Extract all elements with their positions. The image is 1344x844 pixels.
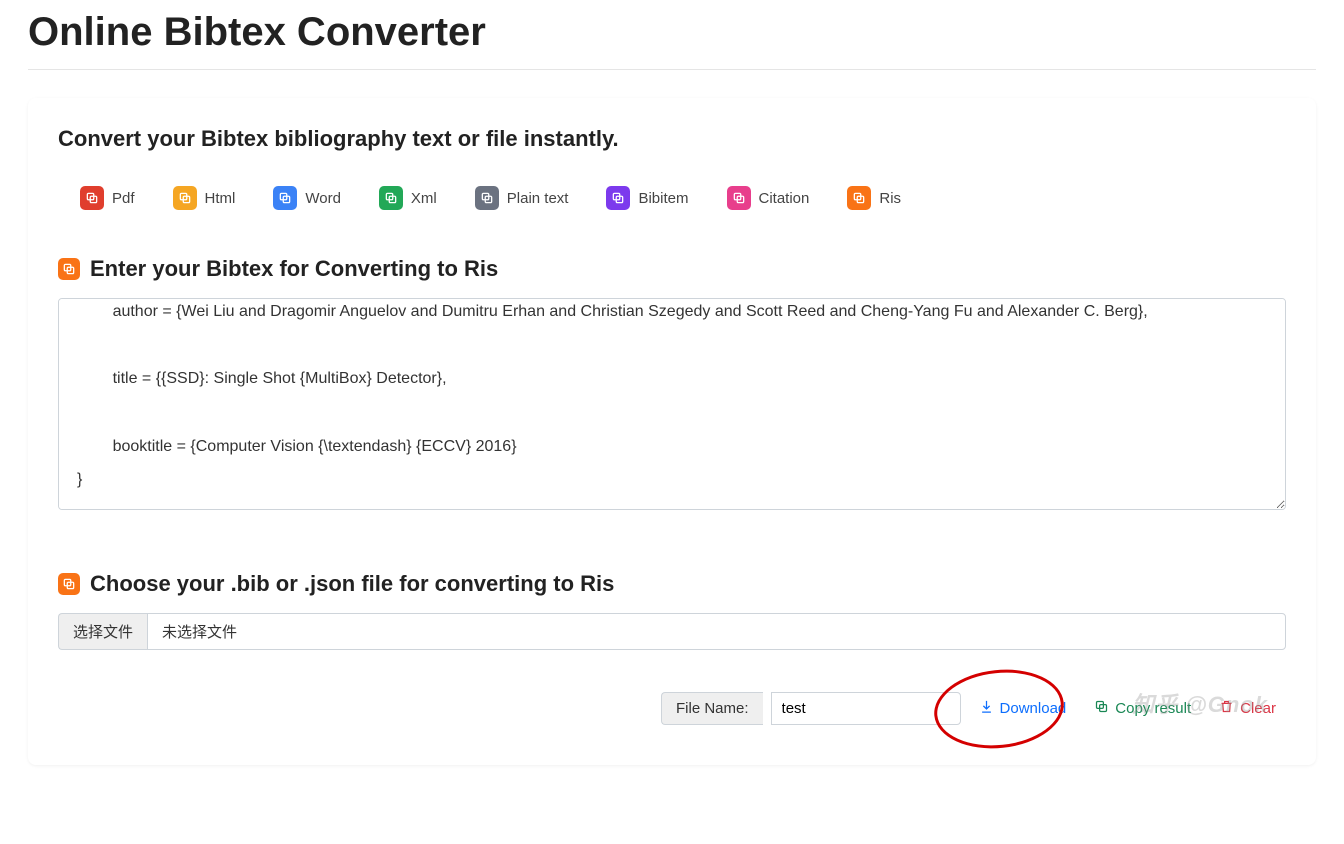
divider	[28, 69, 1316, 70]
format-label: Plain text	[507, 190, 569, 207]
copy-icon	[727, 186, 751, 210]
format-label: Html	[205, 190, 236, 207]
section-enter-bibtex-head: Enter your Bibtex for Converting to Ris	[58, 256, 1286, 282]
copy-icon	[58, 573, 80, 595]
main-card: Convert your Bibtex bibliography text or…	[28, 98, 1316, 765]
section-choose-title: Choose your .bib or .json file for conve…	[90, 571, 614, 597]
page-title: Online Bibtex Converter	[28, 10, 1316, 55]
format-label: Bibitem	[638, 190, 688, 207]
format-bibitem[interactable]: Bibitem	[606, 186, 688, 210]
format-label: Xml	[411, 190, 437, 207]
bibtex-textarea[interactable]	[58, 298, 1286, 510]
format-label: Citation	[759, 190, 810, 207]
trash-icon	[1219, 699, 1234, 718]
format-xml[interactable]: Xml	[379, 186, 437, 210]
copy-icon	[606, 186, 630, 210]
choose-file-button[interactable]: 选择文件	[58, 613, 147, 650]
format-label: Pdf	[112, 190, 135, 207]
format-citation[interactable]: Citation	[727, 186, 810, 210]
file-row: 选择文件 未选择文件	[58, 613, 1286, 650]
format-row: Pdf Html Word Xml Plain text Bibitem Citation R…	[58, 186, 1286, 256]
format-plain-text[interactable]: Plain text	[475, 186, 569, 210]
format-html[interactable]: Html	[173, 186, 236, 210]
file-status: 未选择文件	[147, 613, 1286, 650]
copy-icon	[1094, 699, 1109, 718]
clear-label: Clear	[1240, 700, 1276, 717]
clear-button[interactable]: Clear	[1209, 693, 1286, 724]
copy-icon	[173, 186, 197, 210]
copy-icon	[379, 186, 403, 210]
filename-label: File Name:	[661, 692, 763, 725]
copy-icon	[475, 186, 499, 210]
format-label: Word	[305, 190, 341, 207]
copy-icon	[58, 258, 80, 280]
copy-icon	[273, 186, 297, 210]
action-row: File Name: Download Copy result Clear	[58, 692, 1286, 725]
section-enter-title: Enter your Bibtex for Converting to Ris	[90, 256, 498, 282]
subtitle: Convert your Bibtex bibliography text or…	[58, 126, 1286, 152]
copy-icon	[847, 186, 871, 210]
format-ris[interactable]: Ris	[847, 186, 901, 210]
copy-label: Copy result	[1115, 700, 1191, 717]
filename-input[interactable]	[771, 692, 961, 725]
format-label: Ris	[879, 190, 901, 207]
format-pdf[interactable]: Pdf	[80, 186, 135, 210]
copy-result-button[interactable]: Copy result	[1084, 693, 1201, 724]
download-icon	[979, 699, 994, 718]
copy-icon	[80, 186, 104, 210]
download-label: Download	[1000, 700, 1067, 717]
download-button[interactable]: Download	[969, 693, 1077, 724]
format-word[interactable]: Word	[273, 186, 341, 210]
section-choose-file-head: Choose your .bib or .json file for conve…	[58, 571, 1286, 597]
